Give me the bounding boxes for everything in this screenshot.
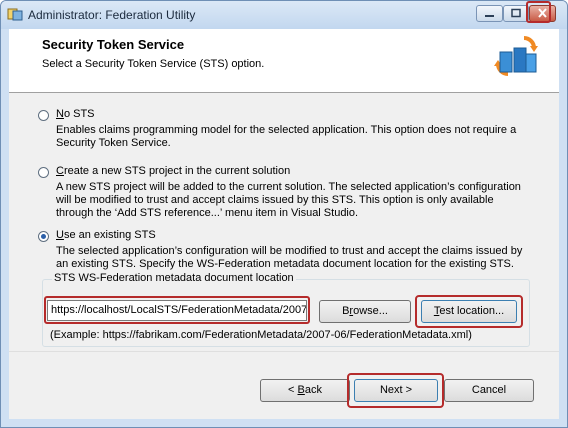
wizard-header: Security Token Service Select a Security… xyxy=(9,29,559,93)
wizard-body: Security Token Service Select a Security… xyxy=(9,29,559,419)
radio-new-sts[interactable] xyxy=(38,167,49,178)
label-text: se an existing STS xyxy=(63,229,156,241)
hotkey: U xyxy=(56,229,64,241)
minimize-button[interactable] xyxy=(476,5,503,22)
minimize-icon xyxy=(485,15,494,17)
option-existing-sts-description: The selected application’s configuration… xyxy=(56,245,523,270)
app-icon xyxy=(7,8,23,21)
page-subtitle: Select a Security Token Service (STS) op… xyxy=(42,58,265,70)
title-bar[interactable]: Administrator: Federation Utility xyxy=(1,1,567,29)
cancel-button[interactable]: Cancel xyxy=(444,379,534,402)
back-hotkey: B xyxy=(297,384,305,396)
option-new-sts-label[interactable]: Create a new STS project in the current … xyxy=(56,165,290,177)
radio-existing-sts[interactable] xyxy=(38,231,49,242)
next-button-highlight xyxy=(347,373,444,408)
window-title: Administrator: Federation Utility xyxy=(28,8,196,22)
page-title: Security Token Service xyxy=(42,37,185,52)
sts-sync-icon xyxy=(494,36,538,76)
maximize-icon xyxy=(511,8,521,18)
option-no-sts-label[interactable]: No STS xyxy=(56,108,95,120)
url-input-highlight xyxy=(44,296,310,324)
label-text: reate a new STS project in the current s… xyxy=(63,165,291,177)
federation-utility-window: Administrator: Federation Utility Securi… xyxy=(0,0,568,428)
browse-label-post: owse... xyxy=(353,305,388,317)
browse-button[interactable]: Browse... xyxy=(319,300,411,323)
test-button-highlight xyxy=(415,295,523,328)
example-url-text: (Example: https://fabrikam.com/Federatio… xyxy=(50,329,472,341)
option-new-sts-description: A new STS project will be added to the c… xyxy=(56,181,521,219)
metadata-group-label: STS WS-Federation metadata document loca… xyxy=(52,272,296,284)
option-existing-sts-label[interactable]: Use an existing STS xyxy=(56,229,156,241)
back-label-pre: < xyxy=(288,384,298,396)
back-button[interactable]: < Back xyxy=(260,379,350,402)
radio-no-sts[interactable] xyxy=(38,110,49,121)
footer-divider xyxy=(9,351,559,352)
option-no-sts-description: Enables claims programming model for the… xyxy=(56,124,517,149)
back-label-post: ack xyxy=(304,384,322,396)
hotkey: N xyxy=(56,108,64,120)
label-text: o STS xyxy=(63,108,95,120)
close-button-highlight xyxy=(526,1,551,23)
hotkey: C xyxy=(56,165,64,177)
